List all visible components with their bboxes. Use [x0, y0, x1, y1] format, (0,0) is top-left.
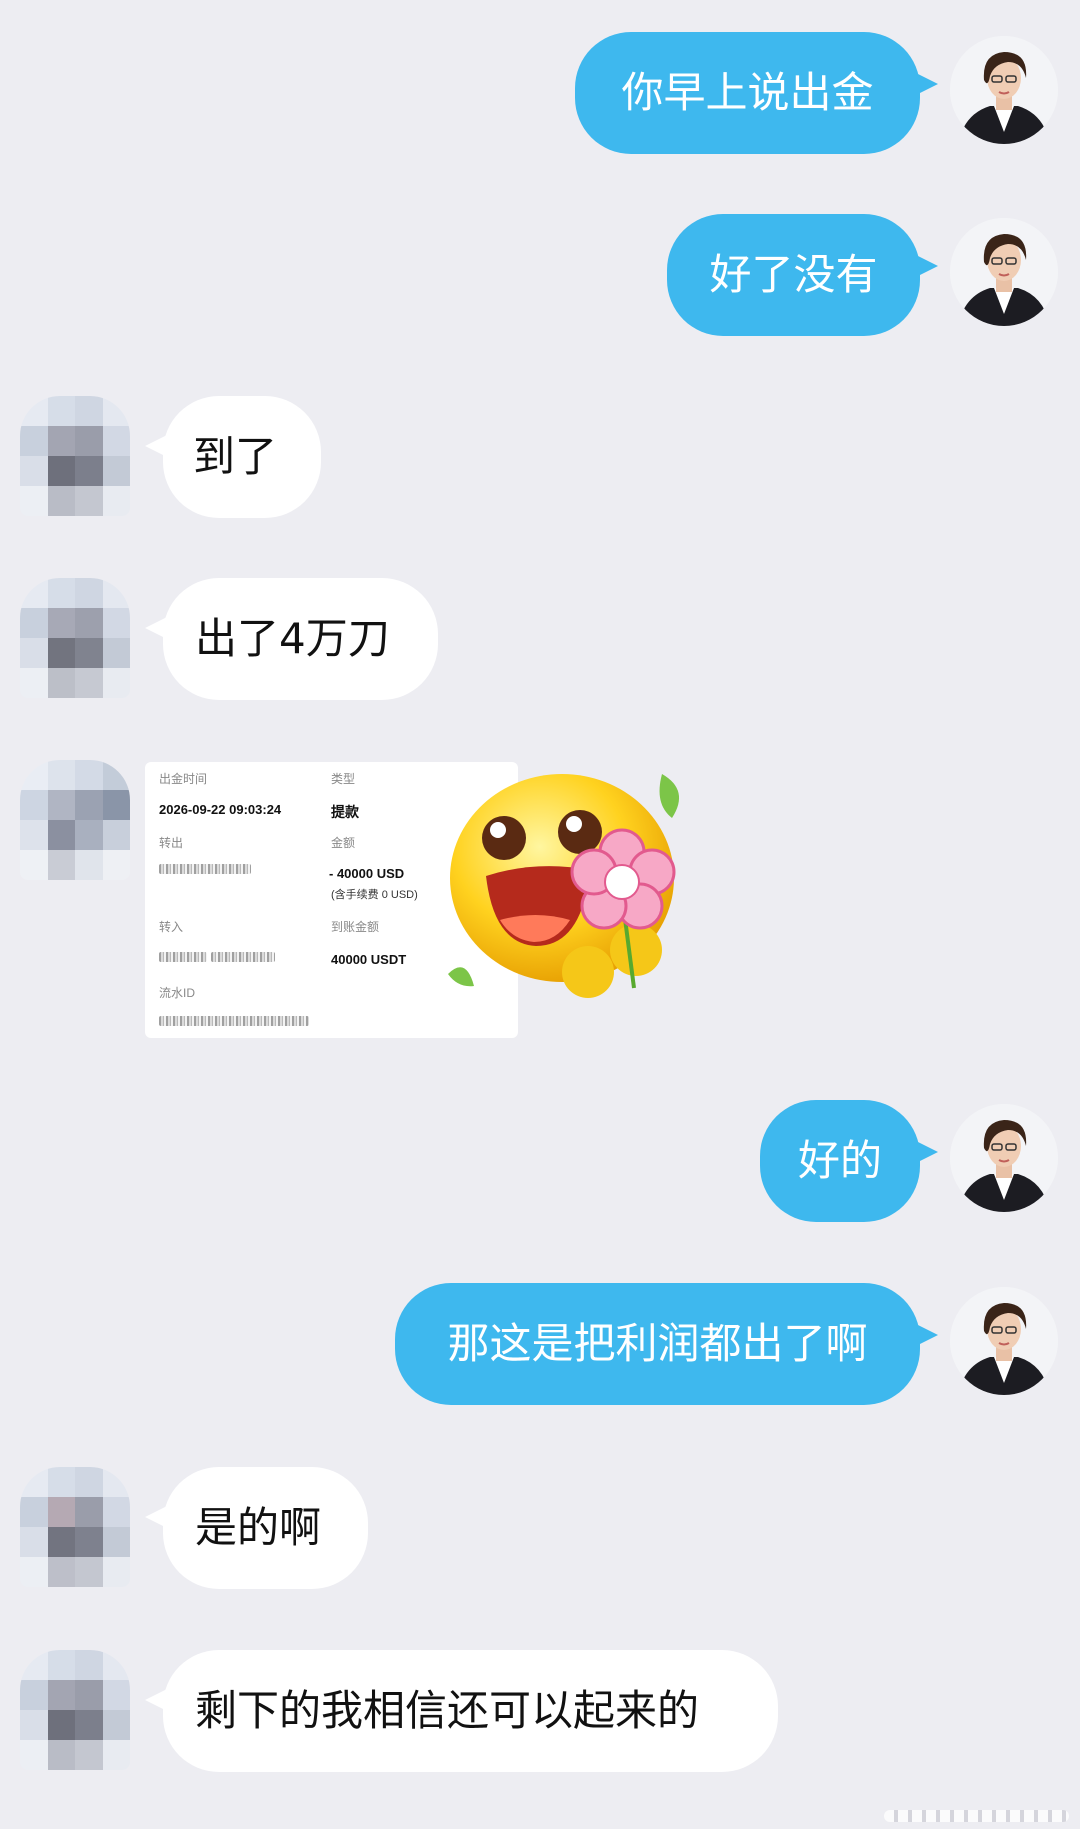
received-amount-label: 到账金额 — [331, 920, 380, 934]
flow-id-label: 流水ID — [159, 986, 196, 1000]
contact-avatar-pixelated[interactable] — [20, 1467, 130, 1587]
message-bubble-outgoing[interactable]: 好了没有 — [667, 214, 938, 336]
redacted-address — [159, 952, 207, 962]
received-amount-value: 40000 USDT — [331, 952, 407, 967]
message-bubble-incoming[interactable]: 剩下的我相信还可以起来的 — [145, 1650, 778, 1772]
message-bubble-outgoing[interactable]: 好的 — [760, 1100, 938, 1222]
message-text: 你早上说出金 — [621, 68, 874, 117]
woman-portrait-icon — [950, 218, 1058, 326]
leaf-icon — [448, 967, 474, 987]
my-avatar[interactable] — [950, 218, 1058, 326]
message-text: 好了没有 — [709, 250, 878, 299]
leaf-icon — [659, 774, 680, 818]
my-avatar[interactable] — [950, 1104, 1058, 1212]
message-text: 出了4万刀 — [195, 614, 390, 663]
message-bubble-outgoing[interactable]: 那这是把利润都出了啊 — [395, 1283, 938, 1405]
amount-value: - 40000 USD — [329, 866, 405, 881]
contact-avatar-pixelated[interactable] — [20, 578, 130, 698]
contact-avatar-pixelated[interactable] — [20, 760, 130, 880]
contact-avatar-pixelated[interactable] — [20, 1650, 130, 1770]
fee-note: (含手续费 0 USD) — [331, 889, 418, 901]
transfer-in-label: 转入 — [159, 920, 184, 934]
type-label: 类型 — [331, 772, 356, 786]
my-avatar[interactable] — [950, 36, 1058, 144]
transfer-out-label: 转出 — [159, 836, 184, 850]
woman-portrait-icon — [950, 1104, 1058, 1212]
woman-portrait-icon — [950, 1287, 1058, 1395]
message-text: 好的 — [797, 1136, 882, 1185]
redacted-address — [211, 952, 275, 962]
type-value: 提款 — [331, 804, 359, 820]
contact-avatar-pixelated[interactable] — [20, 396, 130, 516]
message-text: 剩下的我相信还可以起来的 — [195, 1686, 700, 1735]
watermark-strip — [884, 1810, 1069, 1822]
amount-label: 金额 — [331, 836, 356, 850]
redacted-address — [159, 864, 251, 874]
message-bubble-incoming[interactable]: 出了4万刀 — [145, 578, 438, 700]
my-avatar[interactable] — [950, 1287, 1058, 1395]
message-bubble-incoming[interactable]: 到了 — [145, 396, 321, 518]
message-bubble-incoming[interactable]: 是的啊 — [145, 1467, 368, 1589]
redacted-flow-id — [159, 1016, 309, 1026]
withdrawal-time-label: 出金时间 — [159, 772, 208, 786]
message-text: 那这是把利润都出了啊 — [447, 1319, 868, 1368]
message-text: 到了 — [193, 432, 278, 481]
message-text: 是的啊 — [195, 1503, 322, 1552]
withdrawal-time-value: 2026-09-22 09:03:24 — [159, 802, 282, 817]
smiley-with-flower-sticker[interactable] — [440, 760, 710, 1020]
message-bubble-outgoing[interactable]: 你早上说出金 — [575, 32, 938, 154]
woman-portrait-icon — [950, 36, 1058, 144]
